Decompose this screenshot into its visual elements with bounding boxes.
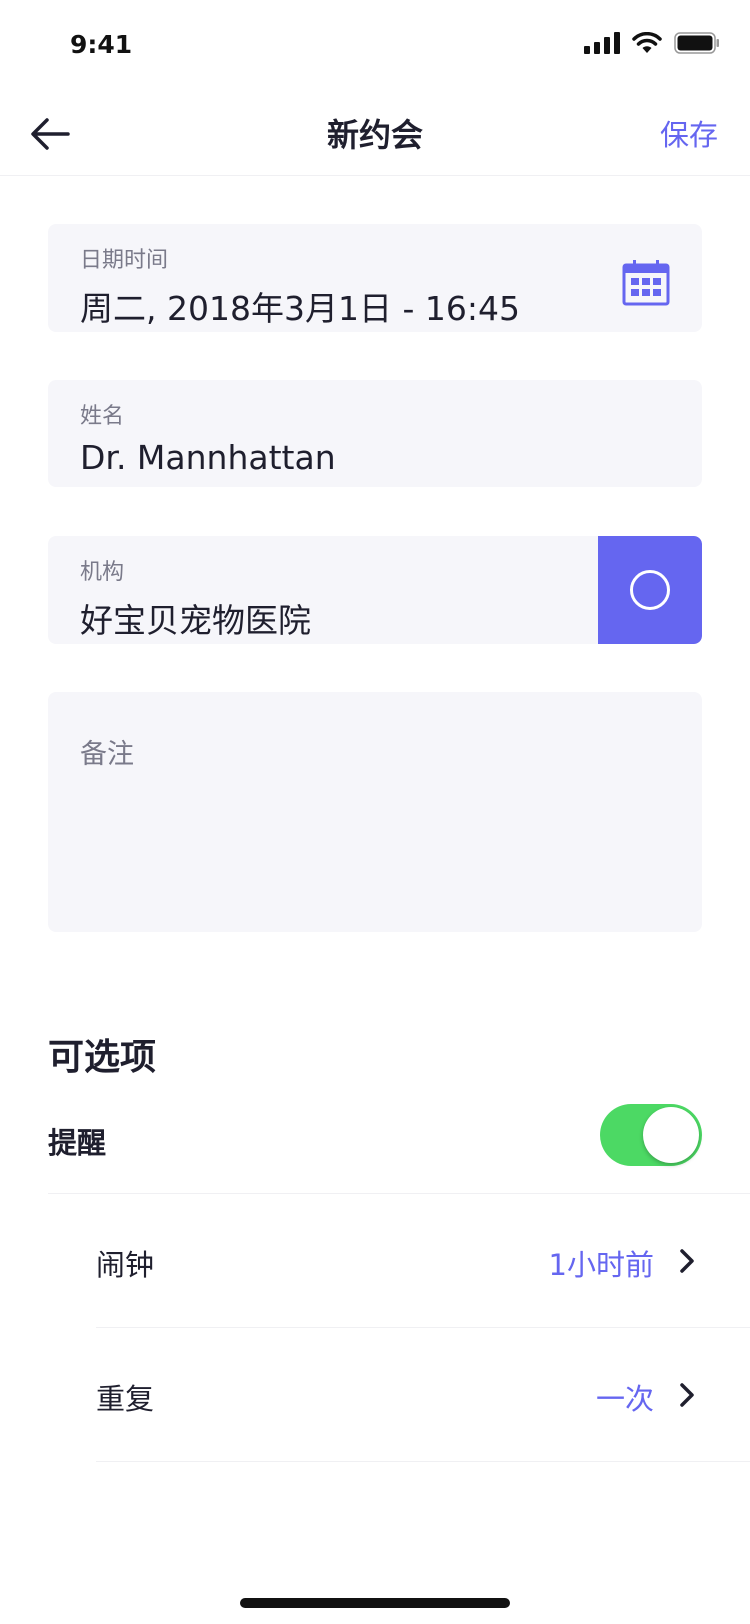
calendar-icon[interactable] (622, 258, 670, 306)
status-bar: 9:41 (0, 0, 750, 90)
organization-field[interactable]: 机构 好宝贝宠物医院 (48, 536, 702, 644)
toggle-knob (643, 1107, 699, 1163)
reminder-label: 提醒 (48, 1126, 107, 1160)
repeat-row[interactable]: 重复 一次 (96, 1328, 750, 1462)
organization-select-button[interactable] (598, 536, 702, 644)
chevron-right-icon (680, 1383, 694, 1407)
alarm-label: 闹钟 (96, 1248, 155, 1282)
status-icons (584, 32, 720, 54)
repeat-value: 一次 (595, 1382, 654, 1416)
signal-icon (584, 32, 620, 54)
chevron-right-icon (680, 1249, 694, 1273)
wifi-icon (632, 32, 662, 54)
name-field[interactable]: 姓名 Dr. Mannhattan (48, 380, 702, 487)
status-time: 9:41 (70, 30, 133, 59)
alarm-row[interactable]: 闹钟 1小时前 (96, 1194, 750, 1328)
new-appointment-screen: 9:41 新约会 保存 日期时间 周二, 2018年3月1日 - 16:45 姓… (0, 0, 750, 1624)
notes-field[interactable]: 备注 (48, 692, 702, 932)
reminder-row: 提醒 (48, 1098, 750, 1194)
name-value: Dr. Mannhattan (80, 438, 336, 477)
save-button[interactable]: 保存 (660, 112, 718, 154)
reminder-toggle[interactable] (600, 1104, 702, 1166)
organization-value: 好宝贝宠物医院 (80, 601, 311, 640)
datetime-label: 日期时间 (80, 248, 169, 273)
options-section-title: 可选项 (48, 1037, 157, 1078)
repeat-label: 重复 (96, 1382, 155, 1416)
battery-icon (674, 32, 720, 54)
home-indicator (240, 1598, 510, 1608)
datetime-field[interactable]: 日期时间 周二, 2018年3月1日 - 16:45 (48, 224, 702, 332)
circle-icon (630, 570, 670, 610)
organization-label: 机构 (80, 560, 125, 585)
alarm-value: 1小时前 (548, 1248, 654, 1282)
page-title: 新约会 (326, 116, 423, 154)
notes-placeholder: 备注 (80, 739, 134, 770)
nav-bar: 新约会 保存 (0, 90, 750, 176)
datetime-value: 周二, 2018年3月1日 - 16:45 (80, 289, 520, 328)
name-label: 姓名 (80, 404, 125, 429)
